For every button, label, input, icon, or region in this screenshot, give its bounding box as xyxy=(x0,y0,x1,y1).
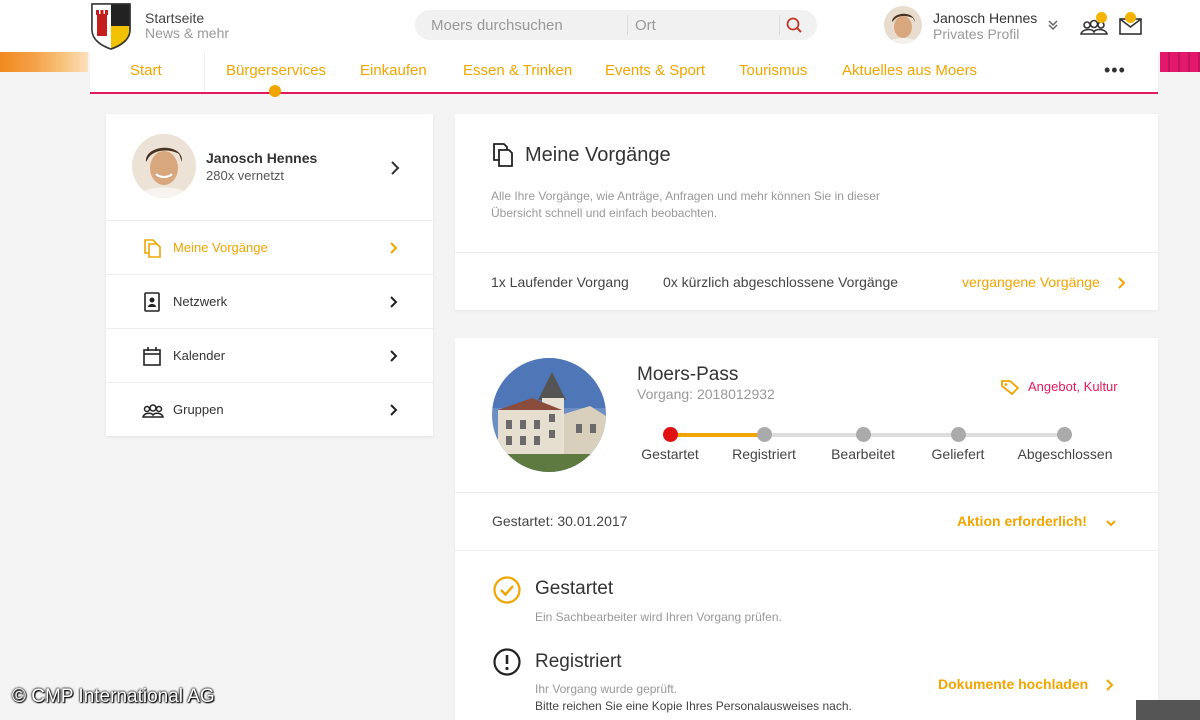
profile-subtitle: Privates Profil xyxy=(933,26,1020,42)
nav-item-tourismus[interactable]: Tourismus xyxy=(739,62,807,79)
notification-badge xyxy=(1096,12,1107,23)
location-input[interactable] xyxy=(635,10,775,40)
divider xyxy=(455,550,1158,551)
chevron-right-icon xyxy=(388,403,400,417)
notification-badge xyxy=(1125,12,1136,23)
divider xyxy=(455,252,1158,253)
groups-button[interactable] xyxy=(1080,12,1108,36)
chevron-down-icon[interactable] xyxy=(1105,516,1117,527)
decorative-color-strip xyxy=(1160,52,1200,72)
process-start-date: Gestartet: 30.01.2017 xyxy=(492,513,628,529)
main-navigation: Start Bürgerservices Einkaufen Essen & T… xyxy=(90,52,1158,97)
sidebar-item-label: Netzwerk xyxy=(173,294,228,309)
chevron-right-icon xyxy=(388,349,400,363)
upload-documents-link[interactable]: Dokumente hochladen xyxy=(938,676,1088,692)
running-processes-count: 1x Laufender Vorgang xyxy=(491,274,629,290)
home-subtitle: News & mehr xyxy=(145,25,230,41)
sidebar-item-kalender[interactable]: Kalender xyxy=(106,328,433,382)
sidebar-item-meine-vorgaenge[interactable]: Meine Vorgänge xyxy=(106,220,433,274)
profile-name[interactable]: Janosch Hennes xyxy=(933,11,1037,26)
decorative-color-strip xyxy=(0,52,88,72)
log-entry-description: Ihr Vorgang wurde geprüft. xyxy=(535,682,678,696)
profile-sidebar: Janosch Hennes 280x vernetzt Meine Vorgä… xyxy=(106,114,433,436)
step-dot-abgeschlossen xyxy=(1057,427,1072,442)
check-circle-icon xyxy=(492,575,522,605)
sidebar-item-label: Meine Vorgänge xyxy=(173,240,268,255)
step-dot-geliefert xyxy=(951,427,966,442)
closed-processes-count: 0x kürzlich abgeschlossene Vorgänge xyxy=(663,274,899,290)
contacts-icon xyxy=(142,292,162,312)
search-button[interactable] xyxy=(780,14,808,36)
nav-item-buergerservices[interactable]: Bürgerservices xyxy=(226,62,326,79)
mail-icon xyxy=(1118,18,1144,40)
page-title: Meine Vorgänge xyxy=(525,144,671,166)
process-card: Moers-Pass Vorgang: 2018012932 Angebot, … xyxy=(455,338,1158,720)
sidebar-user-name[interactable]: Janosch Hennes xyxy=(206,150,317,166)
process-photo xyxy=(492,358,606,472)
process-tags[interactable]: Angebot, Kultur xyxy=(1028,379,1118,394)
sidebar-item-label: Gruppen xyxy=(173,402,224,417)
groups-icon xyxy=(142,400,164,420)
documents-icon xyxy=(491,142,515,168)
process-reference: Vorgang: 2018012932 xyxy=(637,386,775,402)
sidebar-item-gruppen[interactable]: Gruppen xyxy=(106,382,433,436)
sidebar-item-label: Kalender xyxy=(173,348,226,363)
more-menu-button[interactable]: ••• xyxy=(1104,60,1126,81)
chevron-right-icon[interactable] xyxy=(1117,276,1127,290)
sidebar-connections-count: 280x vernetzt xyxy=(206,168,285,183)
nav-item-essen-trinken[interactable]: Essen & Trinken xyxy=(463,62,572,79)
exclamation-circle-icon xyxy=(492,647,522,677)
past-processes-link[interactable]: vergangene Vorgänge xyxy=(962,274,1100,290)
search-input[interactable] xyxy=(431,10,621,40)
active-nav-indicator xyxy=(269,85,281,97)
chevron-right-icon[interactable] xyxy=(1105,678,1115,692)
chevron-right-icon[interactable] xyxy=(388,160,402,176)
sidebar-avatar[interactable] xyxy=(132,134,196,198)
nav-item-einkaufen[interactable]: Einkaufen xyxy=(360,62,427,79)
tag-icon xyxy=(1000,378,1020,396)
log-entry-instruction: Bitte reichen Sie eine Kopie Ihres Perso… xyxy=(535,699,852,713)
search-bar xyxy=(415,10,817,40)
home-title: Startseite xyxy=(145,10,205,26)
search-divider xyxy=(627,15,628,35)
step-label: Bearbeitet xyxy=(831,446,895,462)
nav-divider xyxy=(204,52,205,92)
step-dot-gestartet xyxy=(663,427,678,442)
step-label: Gestartet xyxy=(641,446,699,462)
moers-coat-of-arms-logo[interactable] xyxy=(90,2,132,50)
sidebar-item-netzwerk[interactable]: Netzwerk xyxy=(106,274,433,328)
corner-overlay xyxy=(1136,700,1200,720)
nav-item-aktuelles[interactable]: Aktuelles aus Moers xyxy=(842,62,977,79)
copyright-watermark: © CMP International AG xyxy=(12,686,215,707)
double-chevron-down-icon xyxy=(1046,19,1060,36)
step-dot-bearbeitet xyxy=(856,427,871,442)
log-entry-description: Ein Sachbearbeiter wird Ihren Vorgang pr… xyxy=(535,610,782,624)
log-entry-title: Gestartet xyxy=(535,578,614,599)
profile-menu-toggle[interactable] xyxy=(1046,18,1060,32)
process-title: Moers-Pass xyxy=(637,364,739,385)
divider xyxy=(455,492,1158,493)
step-label: Geliefert xyxy=(931,446,985,462)
chevron-right-icon xyxy=(388,241,400,255)
top-bar: Startseite News & mehr Janosch Hennes Pr… xyxy=(0,0,1200,52)
log-entry-title: Registriert xyxy=(535,651,622,672)
documents-icon xyxy=(142,238,162,258)
search-icon xyxy=(780,17,808,40)
progress-track-fill xyxy=(670,433,765,437)
processes-overview-card: Meine Vorgänge Alle Ihre Vorgänge, wie A… xyxy=(455,114,1158,310)
messages-button[interactable] xyxy=(1118,12,1144,36)
calendar-icon xyxy=(142,346,162,366)
groups-icon xyxy=(1080,19,1108,40)
overview-description: Alle Ihre Vorgänge, wie Anträge, Anfrage… xyxy=(491,189,880,220)
nav-item-events-sport[interactable]: Events & Sport xyxy=(605,62,705,79)
profile-avatar[interactable] xyxy=(884,6,922,44)
chevron-right-icon xyxy=(388,295,400,309)
step-label: Registriert xyxy=(732,446,796,462)
nav-item-start[interactable]: Start xyxy=(130,62,162,79)
home-link[interactable]: Startseite News & mehr xyxy=(145,11,229,41)
step-label: Abgeschlossen xyxy=(1017,446,1113,462)
action-required-toggle[interactable]: Aktion erforderlich! xyxy=(957,513,1087,529)
step-dot-registriert xyxy=(757,427,772,442)
